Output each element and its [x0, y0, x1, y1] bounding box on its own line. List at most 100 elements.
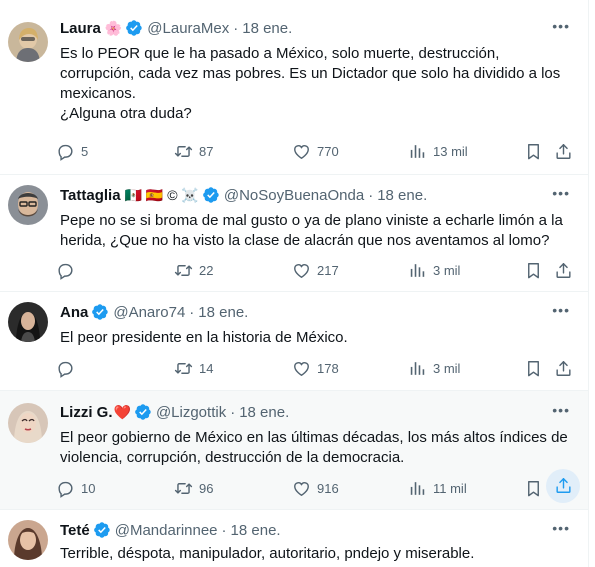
- more-icon[interactable]: •••: [552, 402, 570, 418]
- views-button[interactable]: 13 mil: [408, 139, 468, 163]
- tweet-header: Tattaglia 🇲🇽 🇪🇸 © ☠️ @NoSoyBuenaOnda · 1…: [60, 186, 428, 204]
- views-button[interactable]: 3 mil: [408, 258, 460, 282]
- user-handle[interactable]: @LauraMex: [147, 20, 229, 37]
- bookmark-icon: [524, 359, 543, 378]
- avatar[interactable]: [8, 302, 48, 342]
- tweet-date[interactable]: 18 ene.: [198, 304, 248, 321]
- display-name[interactable]: Lizzi G.: [60, 404, 113, 421]
- retweet-count: 87: [199, 143, 214, 159]
- avatar[interactable]: [8, 520, 48, 560]
- retweet-icon: [174, 359, 193, 378]
- view-count: 3 mil: [433, 262, 461, 278]
- tweet-header: Laura 🌸 @LauraMex · 18 ene.: [60, 19, 293, 37]
- verified-badge-icon: [202, 186, 220, 204]
- tweet-date[interactable]: 18 ene.: [242, 20, 292, 37]
- name-emoji: ❤️: [113, 403, 131, 420]
- tweet-feed: Laura 🌸 @LauraMex · 18 ene. Es lo PEOR q…: [0, 0, 589, 567]
- views-button[interactable]: 3 mil: [408, 356, 460, 380]
- tweet[interactable]: Tattaglia 🇲🇽 🇪🇸 © ☠️ @NoSoyBuenaOnda · 1…: [0, 175, 588, 292]
- name-emoji: 🇲🇽 🇪🇸 © ☠️: [124, 186, 199, 203]
- views-icon: [408, 142, 427, 161]
- display-name[interactable]: Laura: [60, 20, 101, 37]
- tweet-text: Terrible, déspota, manipulador, autorita…: [60, 544, 576, 564]
- share-button[interactable]: [554, 139, 573, 163]
- reply-button[interactable]: [56, 356, 81, 380]
- avatar[interactable]: [8, 185, 48, 225]
- bookmark-button[interactable]: [524, 139, 543, 163]
- tweet-date[interactable]: 18 ene.: [239, 404, 289, 421]
- display-name[interactable]: Teté: [60, 522, 90, 539]
- share-icon: [554, 142, 573, 161]
- avatar[interactable]: [8, 403, 48, 443]
- more-icon[interactable]: •••: [552, 18, 570, 34]
- heart-icon: [292, 479, 311, 498]
- verified-badge-icon: [125, 19, 143, 37]
- tweet[interactable]: Ana @Anaro74 · 18 ene. El peor president…: [0, 292, 588, 391]
- views-button[interactable]: 11 mil: [408, 476, 467, 500]
- tweet-header: Ana @Anaro74 · 18 ene.: [60, 303, 249, 321]
- more-icon[interactable]: •••: [552, 520, 570, 536]
- tweet-text-line: Terrible, déspota, manipulador, autorita…: [60, 545, 475, 562]
- reply-count: 10: [81, 480, 96, 496]
- bookmark-button[interactable]: [524, 476, 543, 500]
- tweet-text: El peor presidente en la historia de Méx…: [60, 328, 576, 348]
- retweet-count: 22: [199, 262, 214, 278]
- more-icon[interactable]: •••: [552, 302, 570, 318]
- retweet-icon: [174, 261, 193, 280]
- reply-button[interactable]: 5: [56, 139, 88, 163]
- tweet-text-line: Es lo PEOR que le ha pasado a México, so…: [60, 45, 561, 102]
- tweet-date[interactable]: 18 ene.: [231, 522, 281, 539]
- retweet-button[interactable]: 22: [174, 258, 213, 282]
- tweet-text-line: El peor gobierno de México en las última…: [60, 429, 568, 466]
- view-count: 13 mil: [433, 143, 468, 159]
- tweet[interactable]: Teté @Mandarinnee · 18 ene. Terrible, dé…: [0, 510, 588, 567]
- tweet-text: Pepe no se si broma de mal gusto o ya de…: [60, 211, 576, 251]
- tweet-actions: 22 217 3 mil: [56, 258, 576, 282]
- reply-icon: [56, 261, 75, 280]
- display-name[interactable]: Ana: [60, 304, 88, 321]
- tweet-header: Lizzi G. ❤️ @Lizgottik · 18 ene.: [60, 403, 290, 421]
- like-count: 217: [317, 262, 339, 278]
- share-icon: [554, 476, 573, 495]
- retweet-button[interactable]: 14: [174, 356, 213, 380]
- reply-icon: [56, 479, 75, 498]
- retweet-icon: [174, 142, 193, 161]
- tweet[interactable]: Laura 🌸 @LauraMex · 18 ene. Es lo PEOR q…: [0, 0, 588, 175]
- reply-count: 5: [81, 143, 89, 159]
- reply-icon: [56, 142, 75, 161]
- tweet-text: El peor gobierno de México en las última…: [60, 428, 576, 468]
- avatar[interactable]: [8, 22, 48, 62]
- share-button[interactable]: [554, 258, 573, 282]
- like-button[interactable]: 217: [292, 258, 339, 282]
- retweet-button[interactable]: 87: [174, 139, 213, 163]
- share-button[interactable]: [546, 468, 580, 503]
- verified-badge-icon: [91, 303, 109, 321]
- tweet-date[interactable]: 18 ene.: [377, 187, 427, 204]
- views-icon: [408, 359, 427, 378]
- verified-badge-icon: [134, 403, 152, 421]
- user-handle[interactable]: @Lizgottik: [156, 404, 226, 421]
- tweet[interactable]: Lizzi G. ❤️ @Lizgottik · 18 ene. El peor…: [0, 391, 588, 510]
- more-icon[interactable]: •••: [552, 185, 570, 201]
- bookmark-button[interactable]: [524, 258, 543, 282]
- retweet-button[interactable]: 96: [174, 476, 213, 500]
- tweet-text-line: El peor presidente en la historia de Méx…: [60, 329, 348, 346]
- reply-icon: [56, 359, 75, 378]
- share-button[interactable]: [554, 356, 573, 380]
- user-handle[interactable]: @NoSoyBuenaOnda: [224, 187, 364, 204]
- share-icon: [554, 359, 573, 378]
- like-button[interactable]: 916: [292, 476, 339, 500]
- tweet-actions: 14 178 3 mil: [56, 356, 576, 380]
- user-handle[interactable]: @Mandarinnee: [115, 522, 218, 539]
- views-icon: [408, 479, 427, 498]
- user-handle[interactable]: @Anaro74: [113, 304, 185, 321]
- share-icon: [554, 261, 573, 280]
- like-button[interactable]: 770: [292, 139, 339, 163]
- retweet-icon: [174, 479, 193, 498]
- reply-button[interactable]: 10: [56, 476, 95, 500]
- display-name[interactable]: Tattaglia: [60, 187, 121, 204]
- bookmark-button[interactable]: [524, 356, 543, 380]
- verified-badge-icon: [93, 521, 111, 539]
- reply-button[interactable]: [56, 258, 81, 282]
- like-button[interactable]: 178: [292, 356, 339, 380]
